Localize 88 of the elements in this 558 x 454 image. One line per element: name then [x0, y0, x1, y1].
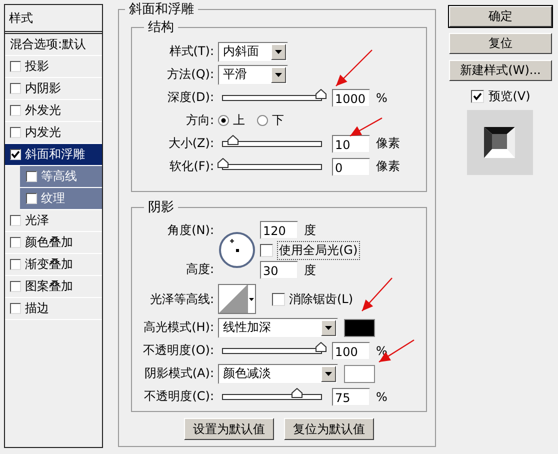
- unit-label: %: [376, 390, 388, 404]
- field-label: 不透明度(O):: [142, 342, 214, 359]
- checkbox[interactable]: [26, 193, 37, 204]
- number-field[interactable]: 0: [332, 158, 370, 176]
- field-label: 样式(T):: [168, 43, 214, 60]
- radio-label: 下: [272, 112, 284, 129]
- field-label: 光泽等高线:: [148, 290, 214, 308]
- checkbox[interactable]: [10, 303, 21, 314]
- checkbox[interactable]: [272, 292, 285, 306]
- field-label: 软化(F):: [168, 158, 214, 175]
- slider-thumb[interactable]: [217, 158, 229, 168]
- style-item[interactable]: 颜色叠加: [5, 232, 102, 254]
- radio-label: 上: [233, 112, 245, 129]
- style-item[interactable]: 图案叠加: [5, 276, 102, 298]
- annotation-arrow: [362, 278, 392, 312]
- unit-label: 度: [304, 262, 316, 278]
- style-item[interactable]: 外发光: [5, 100, 102, 122]
- checkbox[interactable]: [10, 149, 21, 160]
- style-item[interactable]: 投影: [5, 56, 102, 78]
- checkbox[interactable]: [10, 259, 21, 270]
- unit-label: %: [376, 90, 388, 104]
- group-title: 阴影: [147, 199, 175, 216]
- field-label: 角度(N):: [166, 222, 214, 239]
- checkbox[interactable]: [10, 61, 21, 72]
- field-label: 高光模式(H):: [142, 319, 214, 336]
- dropdown[interactable]: 平滑: [218, 64, 288, 84]
- field-label: 方法(Q):: [166, 66, 214, 83]
- checkbox[interactable]: [10, 237, 21, 248]
- number-field[interactable]: 120: [260, 221, 298, 239]
- field-label: 深度(D):: [166, 89, 214, 106]
- slider-thumb[interactable]: [315, 88, 327, 98]
- dropdown-arrow-icon: [249, 298, 254, 300]
- dropdown[interactable]: 内斜面: [218, 42, 288, 62]
- style-item[interactable]: 光泽: [5, 210, 102, 232]
- number-field[interactable]: 100: [332, 342, 370, 360]
- section-title: 斜面和浮雕: [128, 1, 195, 18]
- bevel-preview-drawing: [467, 110, 533, 175]
- number-field[interactable]: 30: [260, 261, 298, 279]
- radio-button[interactable]: [257, 115, 268, 126]
- checkbox[interactable]: [10, 105, 21, 116]
- annotation-arrow: [336, 50, 372, 86]
- checkbox-label: 消除锯齿(L): [289, 290, 354, 308]
- unit-label: 像素: [376, 158, 400, 175]
- list-title: 样式: [5, 5, 102, 34]
- group-title: 结构: [147, 19, 175, 36]
- angle-dial[interactable]: [218, 231, 256, 269]
- contour-picker[interactable]: [218, 284, 256, 314]
- style-item[interactable]: 等高线: [20, 166, 102, 188]
- style-item[interactable]: 内阴影: [5, 78, 102, 100]
- number-field[interactable]: 75: [332, 388, 370, 406]
- unit-label: 像素: [376, 135, 400, 152]
- number-field[interactable]: 1000: [332, 88, 370, 106]
- checkbox[interactable]: [10, 127, 21, 138]
- annotation-arrow: [378, 340, 414, 362]
- style-item[interactable]: 渐变叠加: [5, 254, 102, 276]
- number-field[interactable]: 10: [332, 134, 370, 152]
- color-swatch[interactable]: [344, 318, 375, 336]
- style-item[interactable]: 纹理: [20, 188, 102, 210]
- field-label: 高度:: [184, 261, 214, 278]
- dropdown[interactable]: 颜色减淡: [218, 364, 338, 384]
- color-swatch[interactable]: [344, 364, 375, 382]
- checkbox[interactable]: [470, 90, 484, 102]
- field-label: 不透明度(C):: [143, 388, 214, 405]
- checkbox[interactable]: [10, 215, 21, 226]
- slider-thumb[interactable]: [226, 134, 239, 144]
- dialog-button[interactable]: 新建样式(W)...: [449, 60, 552, 81]
- unit-label: 度: [304, 222, 316, 238]
- dialog-button[interactable]: 确定: [449, 6, 552, 27]
- checkbox-label: 使用全局光(G): [277, 240, 360, 260]
- checkbox[interactable]: [10, 281, 21, 292]
- default-button[interactable]: 设置为默认值: [184, 418, 274, 440]
- radio-button[interactable]: [218, 115, 229, 126]
- checkbox[interactable]: [26, 171, 37, 182]
- field-label: 大小(Z):: [167, 135, 214, 152]
- annotation-arrow: [350, 117, 382, 137]
- slider-thumb[interactable]: [290, 388, 302, 398]
- checkbox-label: 预览(V): [488, 88, 530, 104]
- default-button[interactable]: 复位为默认值: [284, 418, 374, 440]
- checkbox[interactable]: [260, 244, 273, 256]
- slider-thumb[interactable]: [315, 342, 327, 352]
- style-item[interactable]: 描边: [5, 298, 102, 320]
- dropdown[interactable]: 线性加深: [218, 318, 338, 338]
- field-label: 阴影模式(A):: [143, 365, 214, 382]
- style-item[interactable]: 斜面和浮雕: [5, 144, 102, 166]
- field-label: 方向:: [184, 112, 214, 129]
- checkbox[interactable]: [10, 83, 21, 94]
- dialog-button[interactable]: 复位: [449, 33, 552, 54]
- style-item[interactable]: 混合选项:默认: [5, 34, 102, 56]
